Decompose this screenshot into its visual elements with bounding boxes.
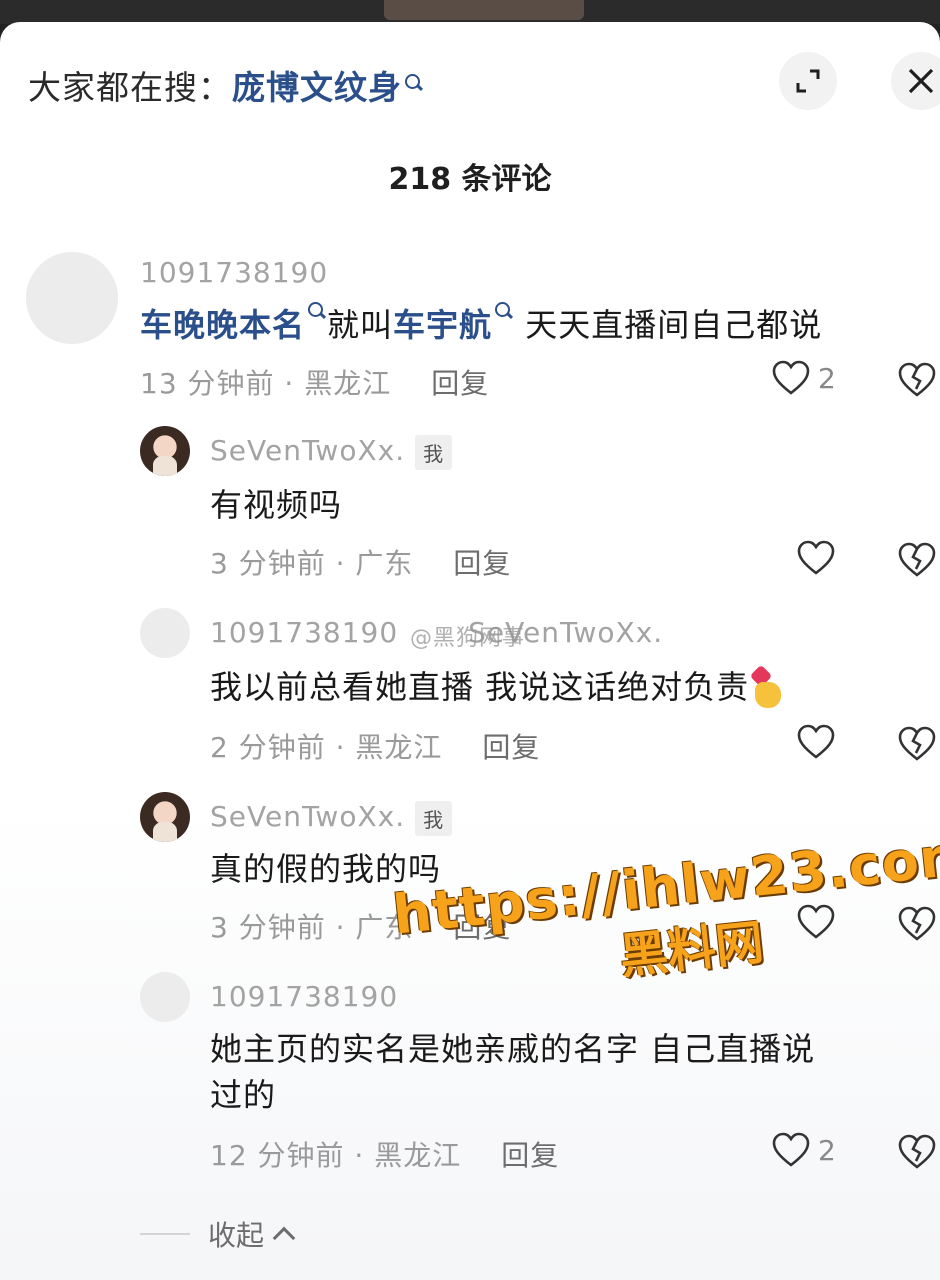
video-thumbnail [384,0,584,20]
collapse-label: 收起 [208,1219,265,1252]
finger-heart-emoji-icon [749,664,785,710]
comment-text: 我以前总看她直播 我说这话绝对负责 [210,664,785,710]
like-count: 2 [818,1133,836,1167]
comment-username[interactable]: 1091738190 [210,980,398,1013]
expand-icon [796,69,820,93]
comment-meta: 13 分钟前 · 黑龙江 回复 [140,362,489,402]
comment-time-location: 3 分钟前 · 广东 [210,547,414,580]
comment-count: 218 条评论 [388,162,552,197]
search-link[interactable]: 车晚晚本名 [140,306,305,344]
me-badge: 我 [415,800,453,836]
heart-icon [797,540,835,575]
close-button[interactable] [891,52,940,110]
like-button[interactable]: 2 [772,1132,836,1168]
comment-username-row: SeVenTwoXx. 我 [210,434,453,470]
comment-meta: 3 分钟前 · 广东 回复 [210,542,511,582]
divider [140,1233,190,1235]
search-icon [494,302,514,324]
reply-button[interactable]: 回复 [501,1139,559,1172]
comment-text: 她主页的实名是她亲戚的名字 自己直播说 过的 [210,1026,815,1118]
trending-search-prefix: 大家都在搜： [28,68,232,107]
comment-time-location: 2 分钟前 · 黑龙江 [210,731,443,764]
broken-heart-icon [898,542,936,577]
comment-text-part: 就叫 [327,306,394,344]
me-badge: 我 [415,434,453,470]
collapse-replies-button[interactable]: 收起 [140,1214,296,1254]
reply-button[interactable]: 回复 [482,731,540,764]
heart-icon [797,724,835,759]
like-button[interactable]: 2 [772,360,836,396]
watermark-text: @黑狗网事 [410,626,526,651]
comment-username[interactable]: 1091738190 [140,256,328,289]
like-count: 2 [818,361,836,395]
chevron-up-icon [272,1226,296,1250]
avatar[interactable] [26,252,118,344]
comment-text-part: 我以前总看她直播 我说这话绝对负责 [210,668,750,706]
comment-username[interactable]: SeVenTwoXx. [210,800,405,833]
reply-button[interactable]: 回复 [453,547,511,580]
video-strip [0,0,940,24]
like-button[interactable] [797,540,835,576]
avatar[interactable] [140,426,190,476]
comment-text-line: 过的 [210,1076,277,1114]
like-button[interactable] [797,724,835,760]
broken-heart-icon [898,362,936,397]
comment-meta: 2 分钟前 · 黑龙江 回复 [210,726,540,766]
avatar[interactable] [140,608,190,658]
avatar[interactable] [140,972,190,1022]
trending-search[interactable]: 大家都在搜： 庞博文纹身 [28,60,424,110]
search-icon [404,74,424,96]
dislike-button[interactable] [898,726,936,766]
close-icon [908,68,934,94]
comment-username[interactable]: 1091738190 [210,616,398,649]
search-link[interactable]: 车宇航 [393,306,492,344]
heart-icon [772,1132,810,1167]
avatar[interactable] [140,792,190,842]
comment-text: 车晚晚本名 就叫车宇航 天天直播间自己都说 [140,302,822,348]
comment-username[interactable]: SeVenTwoXx. [210,434,405,467]
dislike-button[interactable] [898,362,936,402]
comment-time-location: 3 分钟前 · 广东 [210,911,414,944]
comment-text-part: 天天直播间自己都说 [514,306,823,344]
expand-button[interactable] [779,52,837,110]
broken-heart-icon [898,726,936,761]
reply-button[interactable]: 回复 [431,367,489,400]
comment-time-location: 12 分钟前 · 黑龙江 [210,1139,462,1172]
comment-text-line: 她主页的实名是她亲戚的名字 自己直播说 [210,1030,816,1068]
dislike-button[interactable] [898,1134,936,1174]
comment-username-row: SeVenTwoXx. 我 [210,800,453,836]
search-icon [307,302,327,324]
dislike-button[interactable] [898,542,936,582]
comment-time-location: 13 分钟前 · 黑龙江 [140,367,392,400]
comment-meta: 12 分钟前 · 黑龙江 回复 [210,1134,559,1174]
trending-search-term[interactable]: 庞博文纹身 [232,61,402,109]
broken-heart-icon [898,1134,936,1169]
comments-panel: 大家都在搜： 庞博文纹身 218 条评论 1091738190 车晚晚本名 就叫车… [0,22,940,1280]
heart-icon [772,360,810,395]
comment-text: 有视频吗 [210,486,343,524]
